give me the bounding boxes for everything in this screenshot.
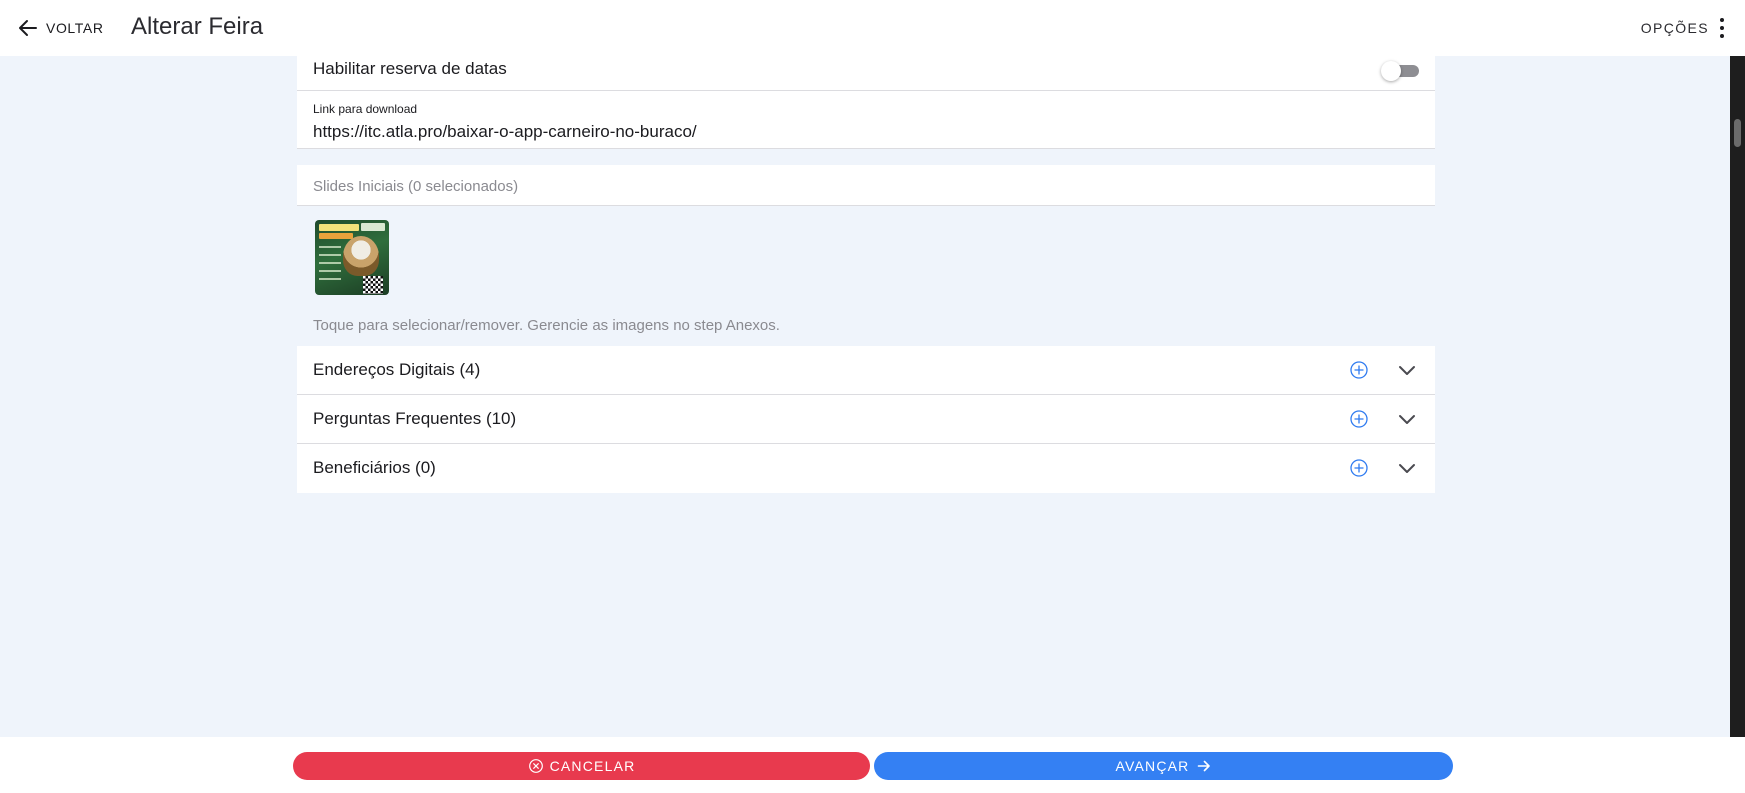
arrow-left-icon bbox=[19, 20, 37, 36]
back-button[interactable]: VOLTAR bbox=[16, 14, 104, 42]
options-label: OPÇÕES bbox=[1640, 20, 1709, 36]
reserve-dates-label: Habilitar reserva de datas bbox=[313, 59, 507, 78]
slides-label: Slides Iniciais (0 selecionados) bbox=[313, 178, 519, 195]
slide-thumbnail-detail bbox=[319, 224, 359, 231]
scrollbar-thumb[interactable] bbox=[1734, 119, 1741, 147]
scrollbar[interactable] bbox=[1730, 56, 1745, 737]
add-circle-icon[interactable] bbox=[1349, 360, 1369, 380]
section-faq[interactable]: Perguntas Frequentes (10) bbox=[297, 395, 1435, 444]
cancel-label: CANCELAR bbox=[549, 758, 636, 774]
arrow-right-icon bbox=[1197, 760, 1210, 772]
add-circle-icon[interactable] bbox=[1349, 409, 1369, 429]
slide-thumbnail-detail bbox=[343, 236, 379, 276]
download-link-row: Link para download bbox=[297, 91, 1435, 149]
section-digital-addresses[interactable]: Endereços Digitais (4) bbox=[297, 346, 1435, 395]
section-label: Endereços Digitais (4) bbox=[313, 360, 481, 379]
section-label: Beneficiários (0) bbox=[313, 458, 436, 477]
slides-area: Toque para selecionar/remover. Gerencie … bbox=[297, 206, 1435, 346]
back-label: VOLTAR bbox=[46, 20, 104, 36]
next-button[interactable]: AVANÇAR bbox=[874, 752, 1453, 780]
chevron-down-icon[interactable] bbox=[1396, 457, 1418, 479]
toggle-knob bbox=[1381, 61, 1401, 81]
slides-header: Slides Iniciais (0 selecionados) bbox=[297, 165, 1435, 206]
download-link-label: Link para download bbox=[313, 102, 418, 116]
section-label: Perguntas Frequentes (10) bbox=[313, 409, 517, 428]
close-circle-icon bbox=[528, 759, 543, 773]
slides-hint: Toque para selecionar/remover. Gerencie … bbox=[313, 317, 780, 334]
qr-code-icon bbox=[363, 276, 383, 294]
slide-thumbnail[interactable] bbox=[315, 220, 389, 295]
slide-thumbnail-detail bbox=[319, 246, 341, 282]
reserve-dates-toggle[interactable] bbox=[1381, 61, 1419, 81]
more-vertical-icon bbox=[1719, 18, 1725, 38]
section-beneficiaries[interactable]: Beneficiários (0) bbox=[297, 444, 1435, 493]
cancel-button[interactable]: CANCELAR bbox=[293, 752, 870, 780]
chevron-down-icon[interactable] bbox=[1396, 408, 1418, 430]
bottom-action-bar: CANCELAR AVANÇAR bbox=[0, 737, 1745, 793]
download-link-input[interactable] bbox=[313, 122, 1413, 142]
options-button[interactable]: OPÇÕES bbox=[1641, 14, 1725, 42]
page-title: Alterar Feira bbox=[131, 13, 264, 40]
top-app-bar: VOLTAR Alterar Feira OPÇÕES bbox=[0, 0, 1745, 56]
next-label: AVANÇAR bbox=[1115, 758, 1190, 774]
slide-thumbnail-detail bbox=[361, 223, 385, 231]
slide-thumbnail-detail bbox=[319, 233, 353, 239]
chevron-down-icon[interactable] bbox=[1396, 359, 1418, 381]
add-circle-icon[interactable] bbox=[1349, 458, 1369, 478]
form-content: Habilitar reserva de datas Link para dow… bbox=[297, 56, 1435, 493]
reserve-dates-row: Habilitar reserva de datas bbox=[297, 56, 1435, 91]
